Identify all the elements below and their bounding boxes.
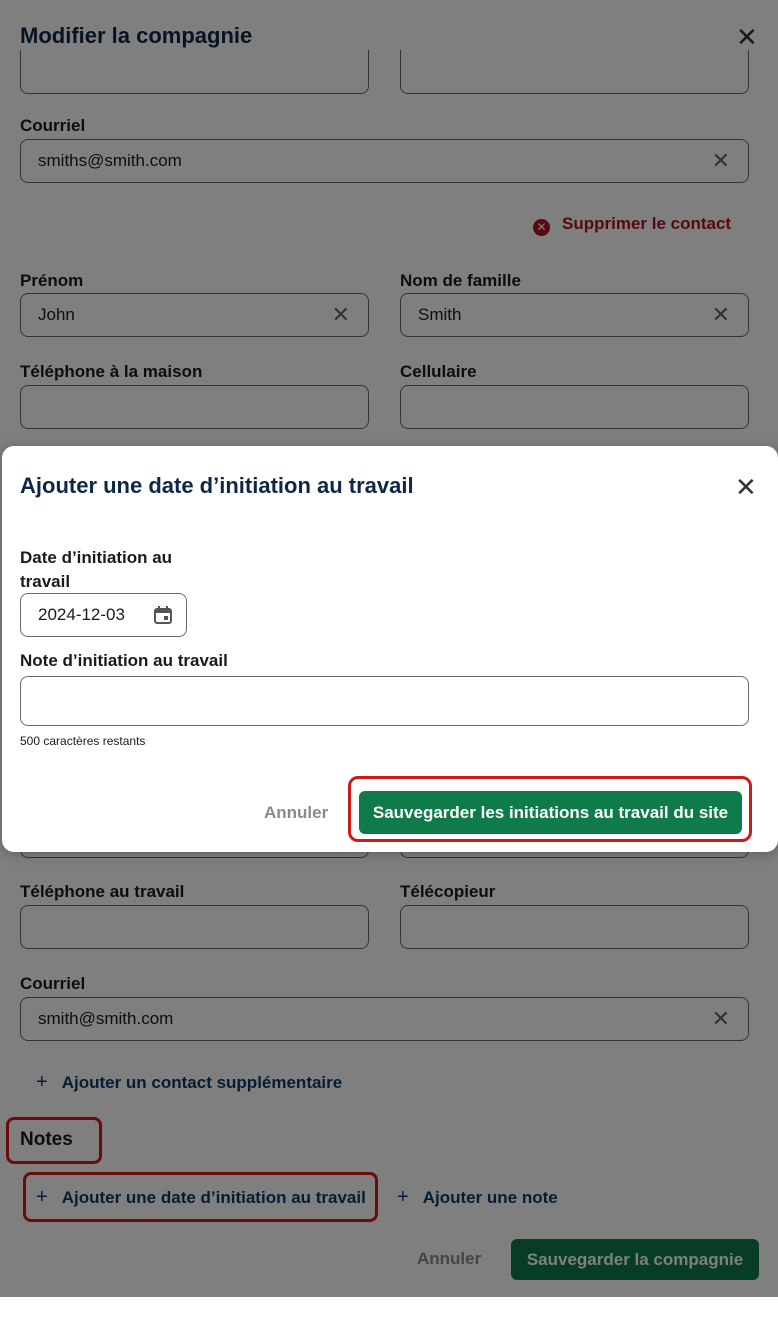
cell-field[interactable] bbox=[400, 385, 749, 429]
close-icon[interactable]: ✕ bbox=[735, 474, 757, 500]
contact2-email-field[interactable]: smith@smith.com ✕ bbox=[20, 997, 749, 1041]
fax-label: Télécopieur bbox=[400, 882, 496, 901]
last-name-field[interactable]: Smith ✕ bbox=[400, 293, 749, 337]
contact1-email-label: Courriel bbox=[20, 116, 86, 135]
date-value: 2024-12-03 bbox=[38, 605, 125, 624]
contact1-field-partial-right[interactable] bbox=[400, 50, 749, 94]
chars-remaining: 500 caractères restants bbox=[20, 734, 146, 748]
add-contact-label: Ajouter un contact supplémentaire bbox=[61, 1073, 343, 1092]
home-phone-field[interactable] bbox=[20, 385, 369, 429]
add-note-label: Ajouter une note bbox=[422, 1188, 558, 1207]
contact1-email-value: smiths@smith.com bbox=[38, 151, 182, 170]
date-label: Date d’initiation au travail bbox=[20, 546, 172, 594]
plus-icon: + bbox=[397, 1186, 409, 1208]
clear-icon[interactable]: ✕ bbox=[712, 140, 730, 182]
save-company-button[interactable]: Sauvegarder la compagnie bbox=[511, 1239, 759, 1280]
save-initiations-button[interactable]: Sauvegarder les initiations au travail d… bbox=[359, 791, 742, 834]
last-name-value: Smith bbox=[418, 305, 462, 324]
home-phone-label: Téléphone à la maison bbox=[20, 362, 203, 381]
note-label: Note d’initiation au travail bbox=[20, 651, 228, 670]
delete-circle-icon: ✕ bbox=[533, 219, 550, 236]
first-name-label: Prénom bbox=[20, 271, 84, 290]
clear-icon[interactable]: ✕ bbox=[712, 998, 730, 1040]
work-phone-field[interactable] bbox=[20, 905, 369, 949]
first-name-field[interactable]: John ✕ bbox=[20, 293, 369, 337]
add-initiation-label: Ajouter une date d’initiation au travail bbox=[61, 1188, 366, 1207]
dialog-title: Modifier la compagnie bbox=[20, 23, 253, 48]
plus-icon: + bbox=[36, 1071, 48, 1093]
add-contact-link[interactable]: + Ajouter un contact supplémentaire bbox=[36, 1071, 342, 1094]
clear-icon[interactable]: ✕ bbox=[712, 294, 730, 336]
work-phone-label: Téléphone au travail bbox=[20, 882, 185, 901]
date-input[interactable]: 2024-12-03 bbox=[20, 593, 187, 637]
plus-icon: + bbox=[36, 1186, 48, 1208]
last-name-label: Nom de famille bbox=[400, 271, 521, 290]
contact1-field-partial-left[interactable] bbox=[20, 50, 369, 94]
contact2-email-value: smith@smith.com bbox=[38, 1009, 174, 1028]
company-cancel-button[interactable]: Annuler bbox=[417, 1249, 481, 1269]
contact2-email-label: Courriel bbox=[20, 974, 86, 993]
close-icon[interactable]: ✕ bbox=[736, 24, 758, 50]
cell-label: Cellulaire bbox=[400, 362, 477, 381]
page-bottom-margin bbox=[0, 1297, 778, 1318]
contact1-email-field[interactable]: smiths@smith.com ✕ bbox=[20, 139, 749, 183]
delete-contact-link[interactable]: ✕ Supprimer le contact bbox=[533, 214, 731, 236]
initiation-modal: Ajouter une date d’initiation au travail… bbox=[2, 446, 778, 852]
modal-title: Ajouter une date d’initiation au travail bbox=[20, 473, 414, 498]
delete-contact-label: Supprimer le contact bbox=[562, 214, 732, 233]
date-label-line2: travail bbox=[20, 572, 71, 591]
modal-cancel-button[interactable]: Annuler bbox=[264, 803, 328, 823]
fax-field[interactable] bbox=[400, 905, 749, 949]
calendar-icon[interactable] bbox=[154, 606, 172, 624]
add-note-link[interactable]: + Ajouter une note bbox=[397, 1186, 558, 1209]
first-name-value: John bbox=[38, 305, 75, 324]
date-label-line1: Date d’initiation au bbox=[20, 548, 173, 567]
add-initiation-link[interactable]: + Ajouter une date d’initiation au travai… bbox=[36, 1186, 366, 1209]
notes-heading: Notes bbox=[20, 1129, 73, 1150]
clear-icon[interactable]: ✕ bbox=[332, 294, 350, 336]
note-input[interactable] bbox=[20, 676, 749, 726]
